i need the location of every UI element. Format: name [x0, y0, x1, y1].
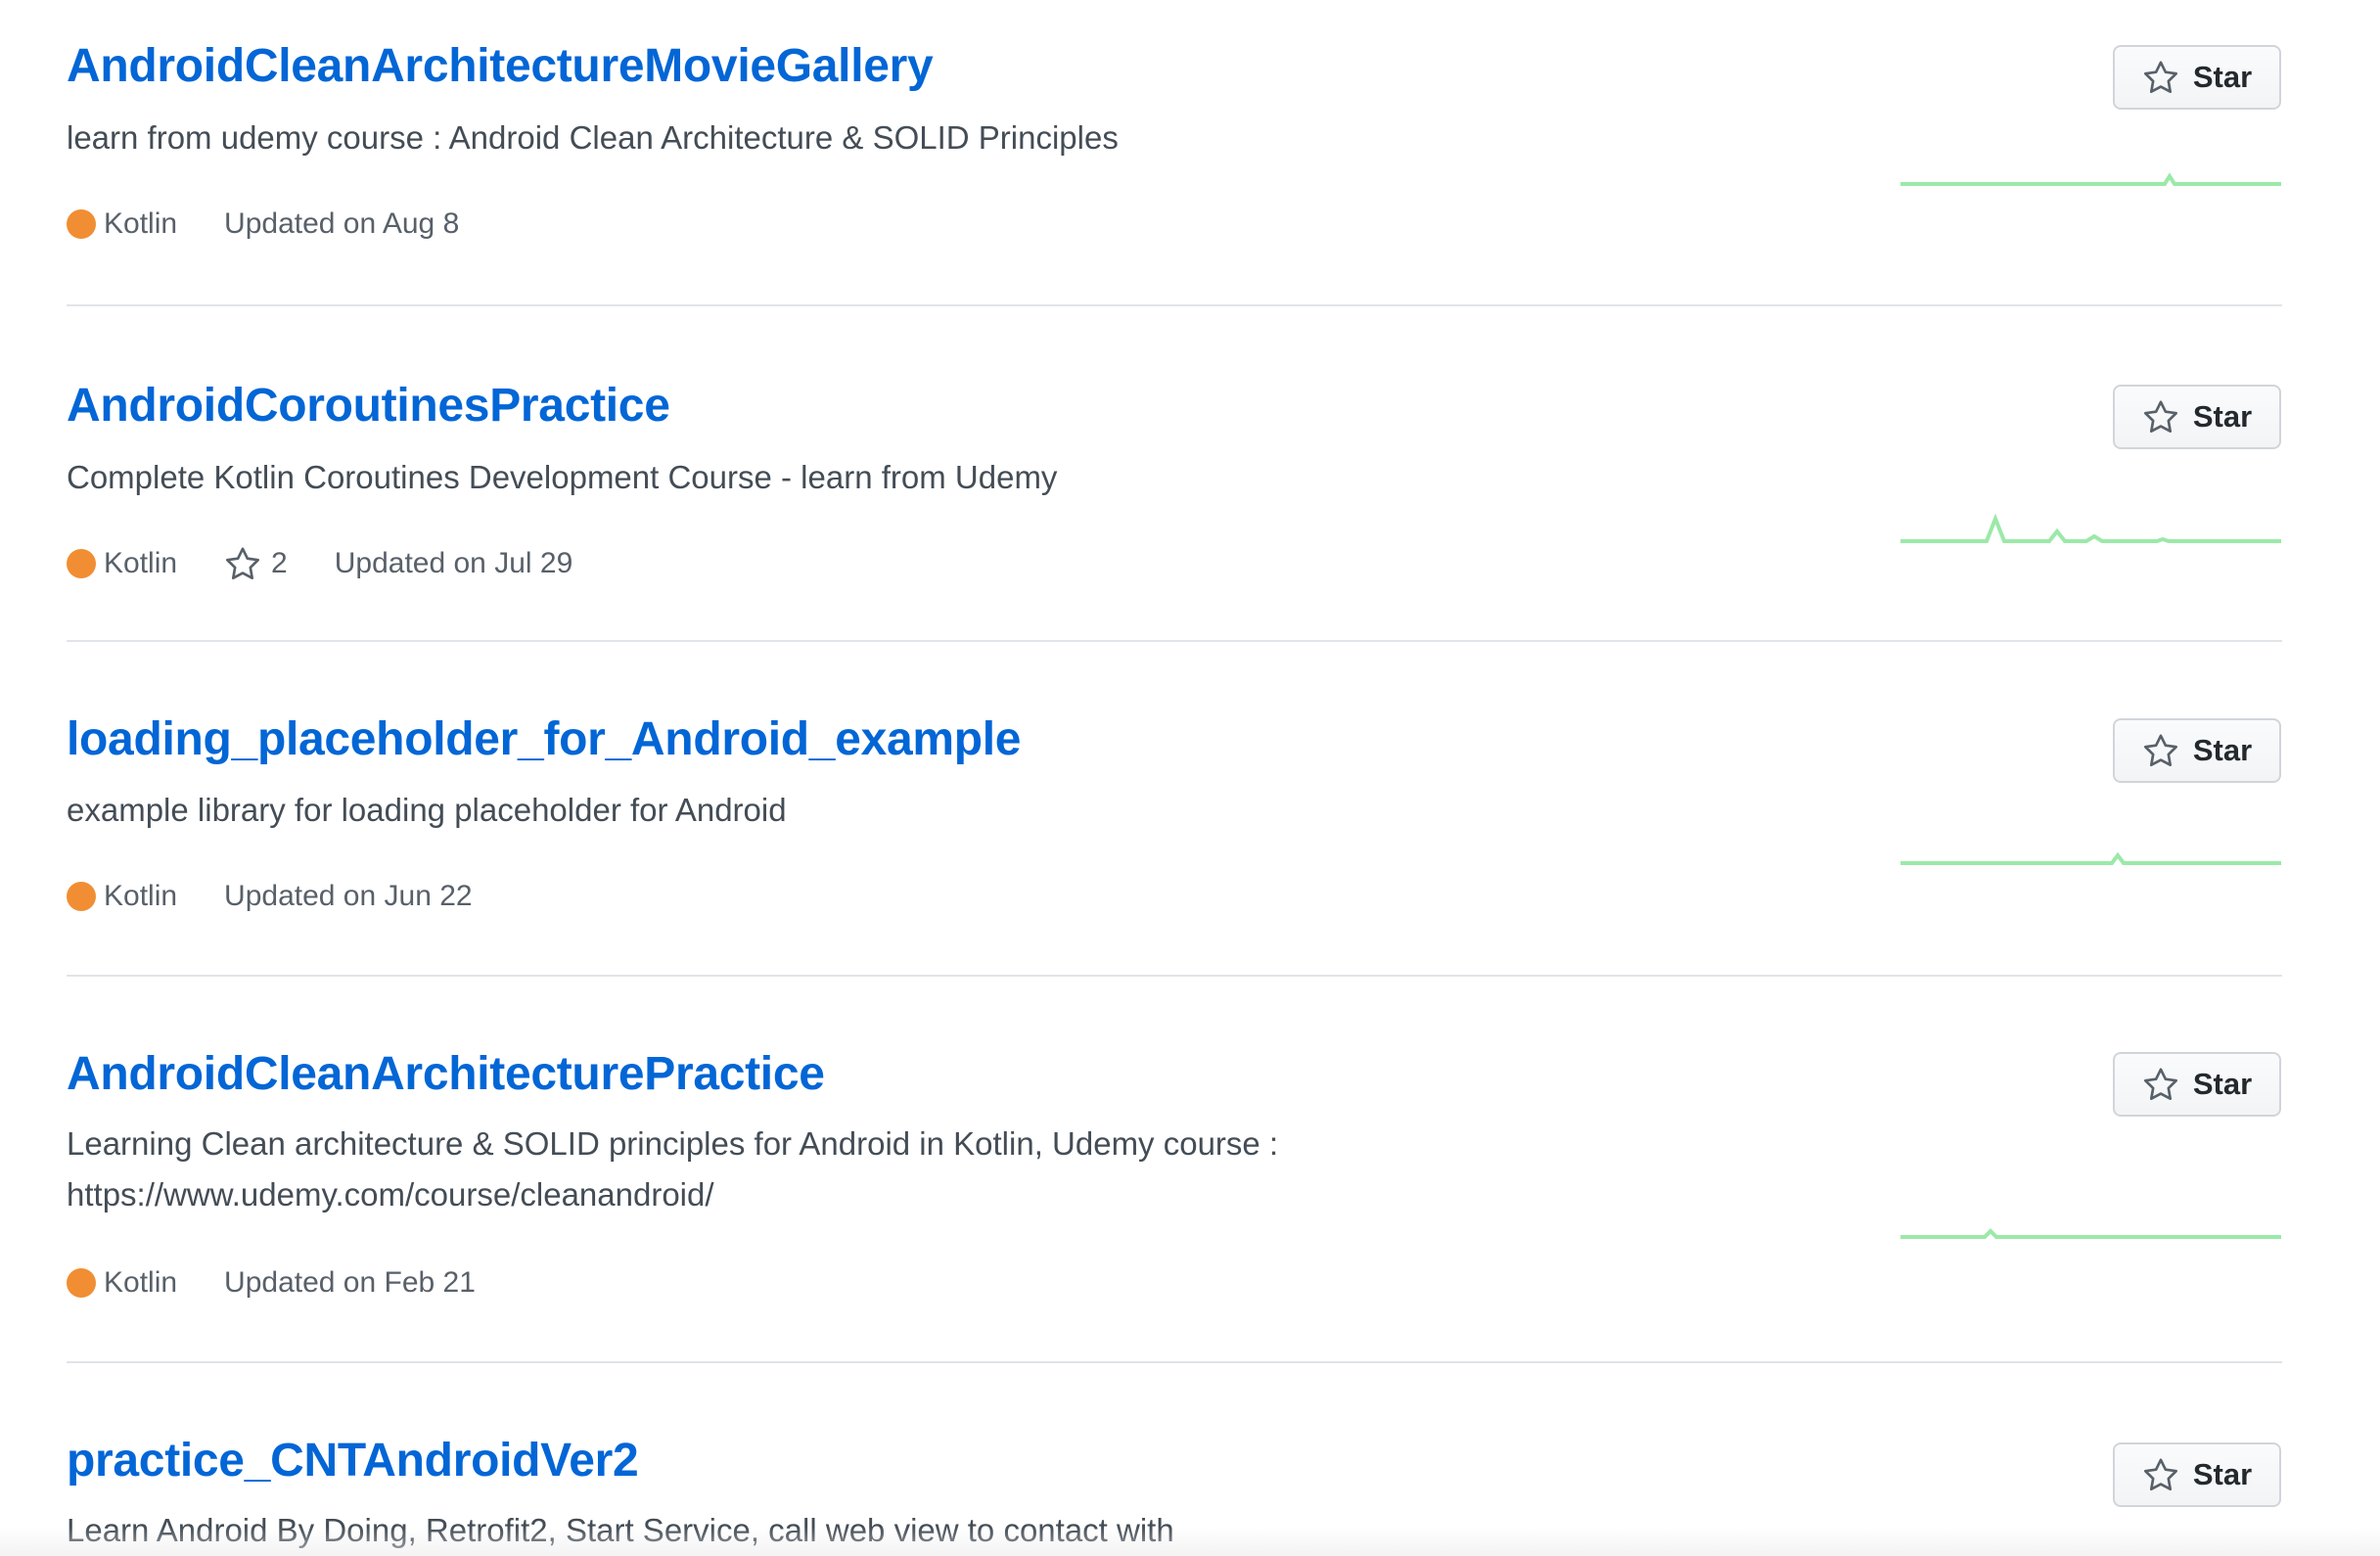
star-button-label: Star — [2192, 1457, 2253, 1491]
star-outline-icon — [2143, 61, 2177, 94]
repo-stargazers-link[interactable]: 2 — [224, 546, 288, 581]
repo-language: Kotlin — [67, 1266, 177, 1300]
scroll-edge-shadow — [0, 1527, 2380, 1556]
repo-list-item: AndroidCleanArchitecturePractice Learnin… — [67, 977, 2282, 1363]
repo-list-item: AndroidCoroutinesPractice Complete Kotli… — [67, 306, 2282, 642]
activity-sparkline — [1900, 851, 2281, 865]
repo-title-link[interactable]: AndroidCleanArchitecturePractice — [67, 1047, 825, 1101]
repo-title-link[interactable]: AndroidCoroutinesPractice — [67, 379, 670, 433]
repo-meta: Kotlin Updated on Feb 21 — [67, 1266, 476, 1300]
repo-title-link[interactable]: practice_CNTAndroidVer2 — [67, 1434, 639, 1487]
repo-title-link[interactable]: loading_placeholder_for_Android_example — [67, 712, 1022, 766]
repo-meta: Kotlin Updated on Jun 22 — [67, 880, 473, 913]
repo-list-item: AndroidCleanArchitectureMovieGallery lea… — [67, 0, 2282, 306]
language-name: Kotlin — [104, 880, 178, 912]
star-outline-icon — [2143, 1458, 2177, 1491]
activity-sparkline — [1900, 513, 2281, 543]
language-color-dot — [67, 882, 96, 911]
star-outline-icon — [226, 547, 260, 580]
repo-language: Kotlin — [67, 880, 177, 913]
repo-meta: Kotlin 2 Updated on Jul 29 — [67, 546, 572, 581]
repo-title-link[interactable]: AndroidCleanArchitectureMovieGallery — [67, 39, 934, 93]
language-color-dot — [67, 1268, 96, 1298]
repo-description: learn from udemy course : Android Clean … — [67, 119, 1119, 156]
star-outline-icon — [2143, 1068, 2177, 1101]
repo-meta: Kotlin Updated on Aug 8 — [67, 207, 459, 241]
language-name: Kotlin — [104, 547, 178, 579]
language-color-dot — [67, 209, 96, 239]
repo-language: Kotlin — [67, 207, 177, 241]
repo-language: Kotlin — [67, 547, 177, 580]
repo-description: Complete Kotlin Coroutines Development C… — [67, 459, 1058, 495]
language-name: Kotlin — [104, 207, 178, 240]
star-outline-icon — [2143, 400, 2177, 434]
repo-updated: Updated on Jul 29 — [334, 547, 573, 579]
star-button-label: Star — [2192, 1067, 2253, 1101]
star-button[interactable]: Star — [2113, 45, 2281, 110]
star-count: 2 — [271, 547, 288, 579]
star-outline-icon — [2143, 734, 2177, 767]
repository-list: AndroidCleanArchitectureMovieGallery lea… — [67, 0, 2282, 1556]
star-button[interactable]: Star — [2113, 385, 2281, 449]
repo-description: example library for loading placeholder … — [67, 792, 787, 828]
star-button-label: Star — [2192, 733, 2253, 767]
star-button[interactable]: Star — [2113, 1442, 2281, 1507]
star-button[interactable]: Star — [2113, 1052, 2281, 1117]
star-button-label: Star — [2192, 399, 2253, 434]
repo-list-item: loading_placeholder_for_Android_example … — [67, 642, 2282, 977]
repo-updated: Updated on Jun 22 — [224, 880, 473, 912]
language-color-dot — [67, 549, 96, 578]
star-button-label: Star — [2192, 60, 2253, 94]
repo-updated: Updated on Aug 8 — [224, 207, 460, 240]
repo-description: Learning Clean architecture & SOLID prin… — [67, 1125, 1279, 1213]
language-name: Kotlin — [104, 1266, 178, 1299]
activity-sparkline — [1900, 172, 2281, 186]
activity-sparkline — [1900, 1228, 2281, 1239]
star-button[interactable]: Star — [2113, 718, 2281, 783]
repo-updated: Updated on Feb 21 — [224, 1266, 476, 1299]
